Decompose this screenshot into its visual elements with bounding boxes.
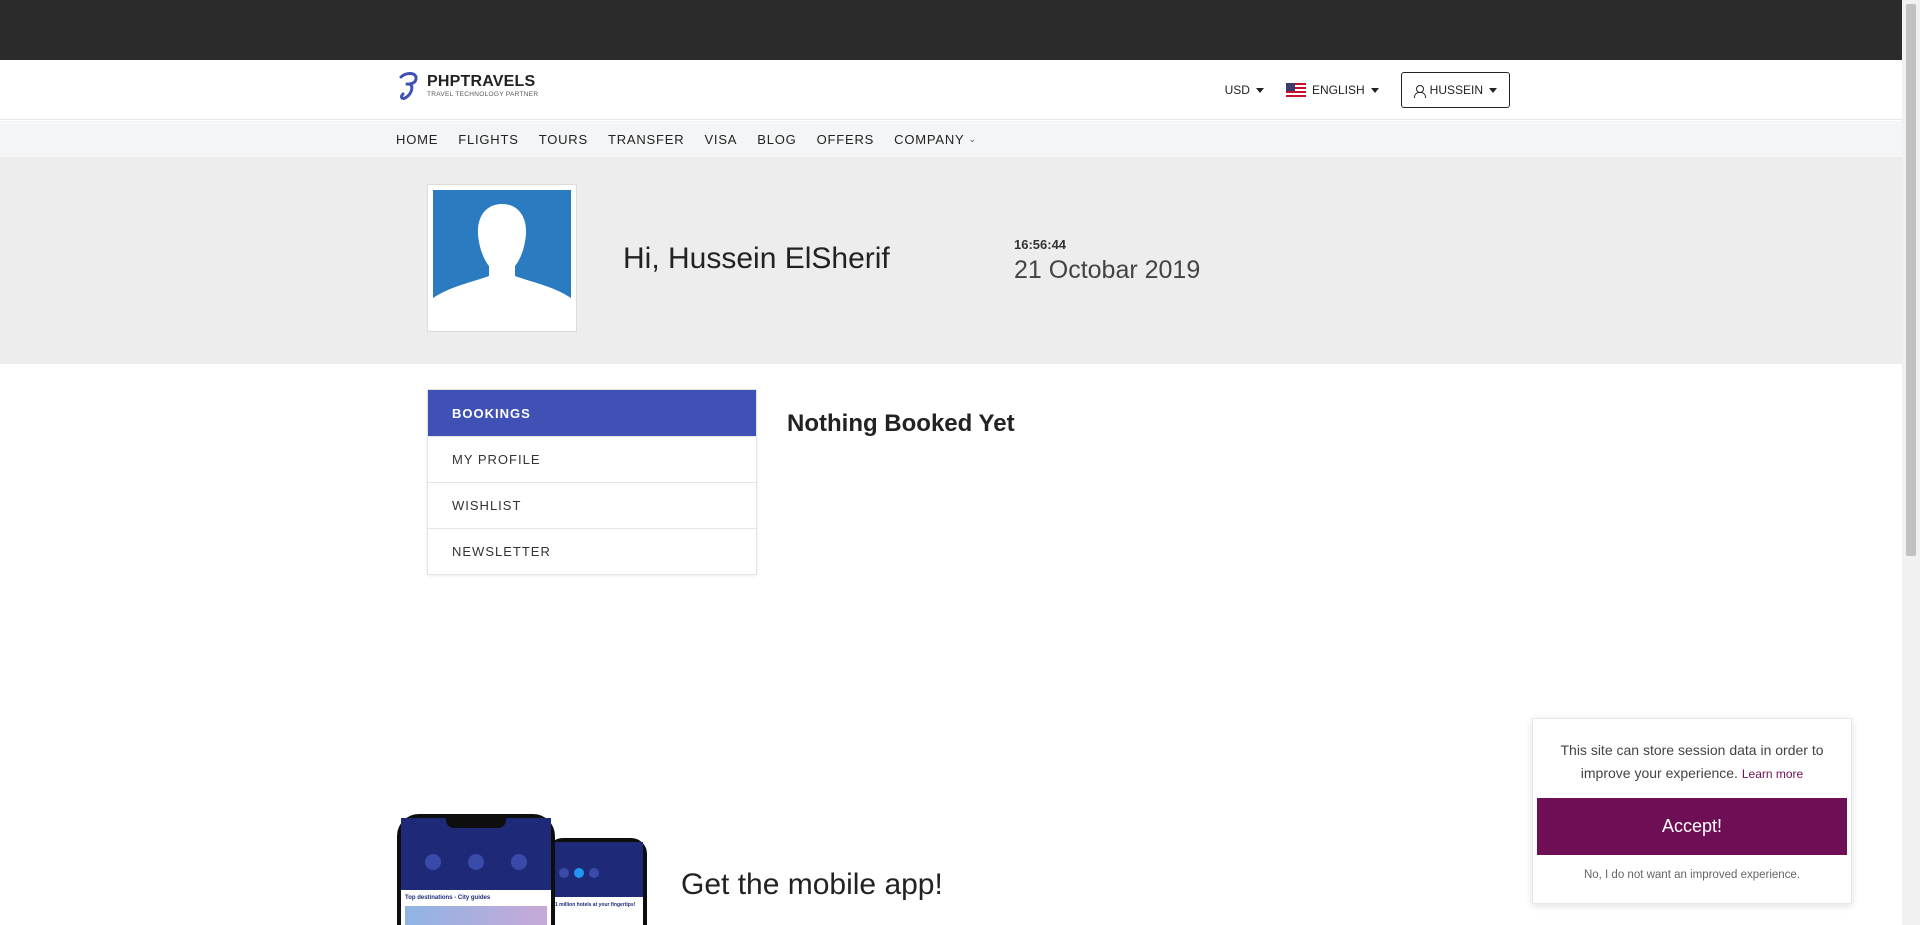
- site-logo[interactable]: PHPTRAVELS TRAVEL TECHNOLOGY PARTNER: [398, 71, 538, 101]
- user-account-button[interactable]: HUSSEIN: [1400, 72, 1510, 108]
- empty-bookings-message: Nothing Booked Yet: [787, 410, 1015, 437]
- cookie-message: This site can store session data in orde…: [1560, 742, 1824, 781]
- language-label: ENGLISH: [1311, 83, 1365, 97]
- suitcase-icon: [511, 854, 528, 870]
- nav-item-transfer[interactable]: TRANSFER: [608, 132, 684, 147]
- phone-front: Top destinations - City guides: [397, 814, 555, 925]
- phptravels-logo-icon: [399, 72, 418, 100]
- greeting-text: Hi, Hussein ElSherif: [623, 242, 890, 275]
- user-icon: [1413, 84, 1426, 98]
- mobile-app-heading: Get the mobile app!: [681, 868, 943, 901]
- nav-item-visa[interactable]: VISA: [704, 132, 737, 147]
- plane-icon: [424, 854, 441, 870]
- nav-item-offers[interactable]: OFFERS: [817, 132, 875, 147]
- caret-down-icon: [1370, 87, 1379, 93]
- sidebar-item-bookings[interactable]: BOOKINGS: [428, 390, 756, 436]
- browser-top-bar: [0, 0, 1902, 60]
- nav-item-blog[interactable]: BLOG: [757, 132, 796, 147]
- bed-icon: [574, 868, 584, 878]
- phone-back: 1 million hotels at your fingertips!: [547, 838, 647, 925]
- site-header: PHPTRAVELS TRAVEL TECHNOLOGY PARTNER USD…: [0, 60, 1902, 120]
- brand-tagline: TRAVEL TECHNOLOGY PARTNER: [427, 91, 539, 98]
- nav-item-flights[interactable]: FLIGHTS: [458, 132, 519, 147]
- sidebar-item-newsletter[interactable]: NEWSLETTER: [428, 528, 756, 574]
- language-dropdown[interactable]: ENGLISH: [1285, 83, 1379, 97]
- currency-dropdown[interactable]: USD: [1225, 83, 1264, 97]
- account-sidebar: BOOKINGS MY PROFILE WISHLIST NEWSLETTER: [427, 389, 757, 575]
- nav-item-tours[interactable]: TOURS: [539, 132, 588, 147]
- us-flag-icon: [1285, 83, 1306, 97]
- profile-banner: Hi, Hussein ElSherif 16:56:44 21 Octobar…: [0, 157, 1902, 364]
- mobile-app-phones-image: Top destinations - City guides 1 million…: [397, 814, 652, 925]
- sidebar-item-wishlist[interactable]: WISHLIST: [428, 482, 756, 528]
- close-icon: [559, 868, 569, 878]
- sidebar-item-my-profile[interactable]: MY PROFILE: [428, 436, 756, 482]
- avatar: [427, 184, 577, 332]
- currency-label: USD: [1224, 83, 1250, 97]
- user-name: HUSSEIN: [1429, 83, 1483, 97]
- phone-screen-title: Top destinations - City guides: [405, 895, 491, 901]
- main-nav: HOME FLIGHTS TOURS TRANSFER VISA BLOG OF…: [0, 121, 1902, 157]
- current-time: 16:56:44: [1014, 237, 1067, 252]
- brand-name: PHPTRAVELS: [427, 73, 536, 90]
- user-silhouette-icon: [433, 190, 571, 326]
- caret-down-icon: [1489, 87, 1497, 93]
- nav-item-company[interactable]: COMPANY ⌄: [894, 132, 977, 147]
- accept-cookies-button[interactable]: Accept!: [1537, 798, 1847, 855]
- header-controls: USD ENGLISH HUSSEIN: [1225, 72, 1510, 108]
- bed-icon: [467, 854, 484, 870]
- scrollbar-thumb[interactable]: [1906, 4, 1916, 556]
- decline-cookies-link[interactable]: No, I do not want an improved experience…: [1533, 869, 1851, 881]
- page-scrollbar[interactable]: [1902, 0, 1920, 925]
- phone-screen-title: 1 million hotels at your fingertips!: [555, 902, 636, 908]
- chevron-down-icon: ⌄: [968, 133, 977, 144]
- suitcase-icon: [589, 868, 599, 878]
- learn-more-link[interactable]: Learn more: [1742, 767, 1803, 781]
- cookie-consent-dialog: This site can store session data in orde…: [1532, 718, 1852, 904]
- current-date: 21 Octobar 2019: [1014, 256, 1201, 284]
- nav-item-home[interactable]: HOME: [396, 132, 438, 147]
- caret-down-icon: [1255, 87, 1264, 93]
